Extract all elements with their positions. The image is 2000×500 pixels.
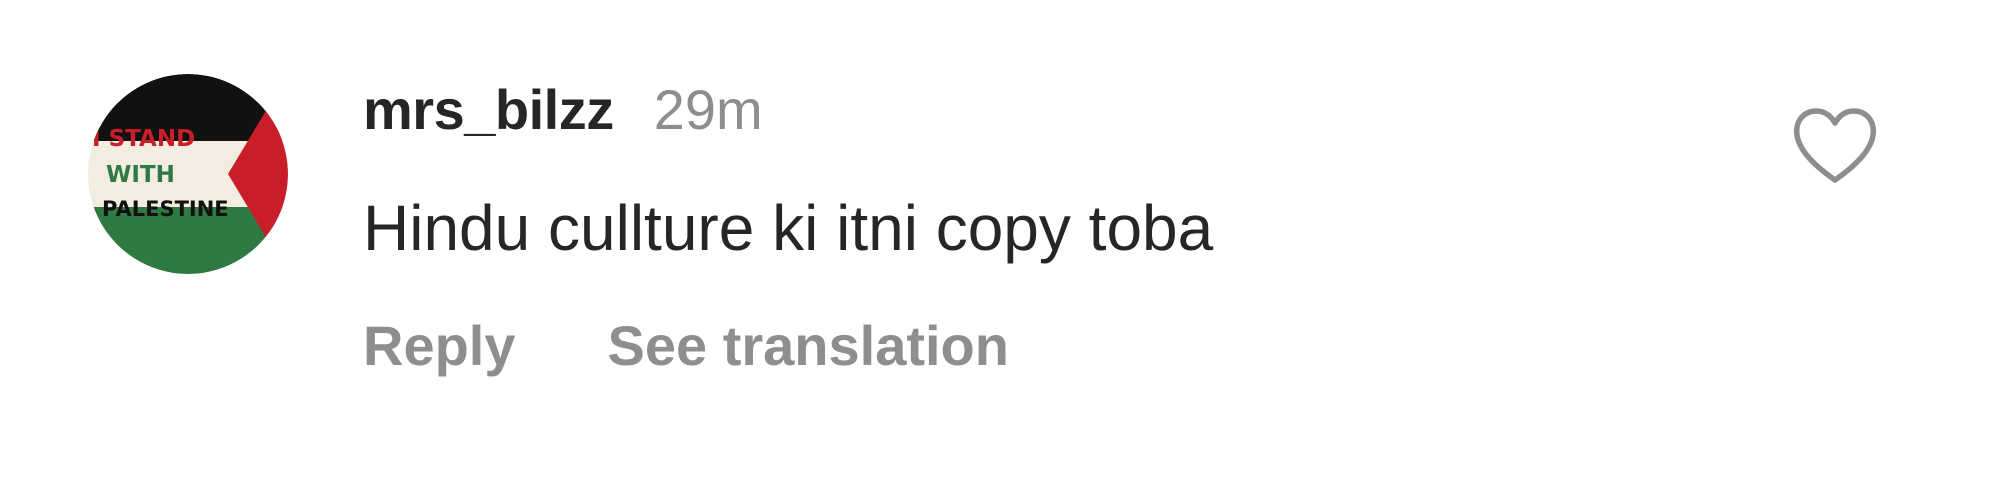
avatar[interactable]: I STAND WITH PALESTINE	[88, 74, 288, 274]
avatar-text-line-1: I STAND	[92, 126, 195, 152]
heart-outline-icon	[1794, 108, 1876, 183]
reply-button[interactable]: Reply	[363, 313, 516, 378]
avatar-text-line-2: WITH	[106, 162, 175, 188]
avatar-text-line-3: PALESTINE	[102, 197, 229, 221]
timestamp: 29m	[653, 77, 763, 141]
see-translation-button[interactable]: See translation	[608, 313, 1009, 378]
username[interactable]: mrs_bilzz	[363, 77, 614, 142]
comment-header: mrs_bilzz 29m	[363, 74, 763, 144]
comment-actions: Reply See translation	[363, 305, 1009, 385]
comment-item: I STAND WITH PALESTINE mrs_bilzz 29m Hin…	[0, 0, 2000, 500]
like-button[interactable]	[1790, 102, 1880, 188]
comment-text: Hindu cullture ki itni copy toba	[363, 192, 1214, 264]
palestine-flag-avatar-icon: I STAND WITH PALESTINE	[88, 74, 288, 274]
